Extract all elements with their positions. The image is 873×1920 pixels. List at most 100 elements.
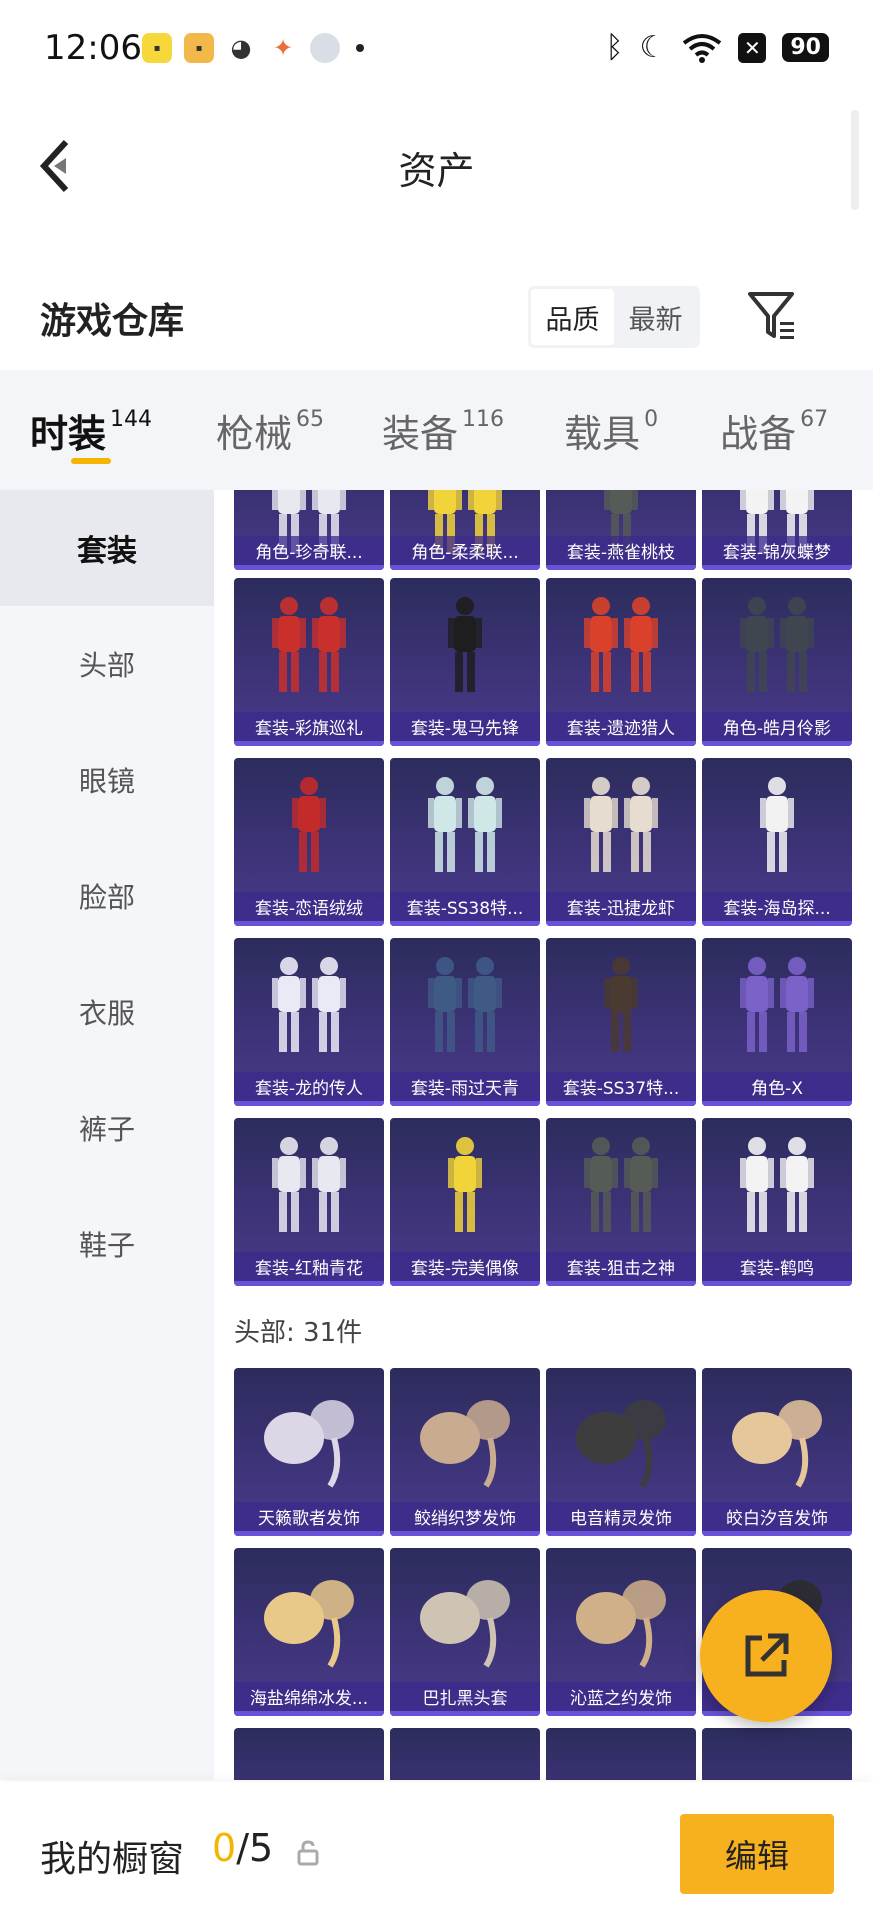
app-game-icon: ▪ <box>184 33 214 63</box>
item-grid: 角色-珍奇联... 角色-柔柔联... 套装-燕雀桃枝 套装-锦灰蝶梦 套装-彩旗巡礼套… <box>214 490 873 1780</box>
hair-piece-icon <box>264 1580 354 1668</box>
head-card[interactable]: 皎白汐音发饰 <box>702 1368 852 1536</box>
head-card[interactable]: 天籁歌者发饰 <box>234 1368 384 1536</box>
sidebar: 套装 头部 眼镜 脸部 衣服 裤子 鞋子 <box>0 490 214 1780</box>
suit-card[interactable]: 套装-雨过天青 <box>390 938 540 1106</box>
tab-label: 时装 <box>30 411 107 456</box>
item-figure-icon <box>272 597 346 692</box>
share-button[interactable] <box>700 1590 832 1722</box>
suit-card-label: 套装-遗迹猎人 <box>546 712 696 746</box>
tab-label: 装备 <box>382 411 459 456</box>
item-figure-icon <box>740 957 814 1052</box>
tab-vehicles[interactable]: 载具 0 <box>504 370 658 490</box>
suit-card[interactable]: 角色-珍奇联... <box>234 490 384 570</box>
suit-card-label: 角色-X <box>702 1072 852 1106</box>
head-card-label: 电音精灵发饰 <box>546 1502 696 1536</box>
tab-fashion[interactable]: 时装 144 <box>0 370 152 490</box>
page-title: 资产 <box>398 149 475 193</box>
scroll-indicator <box>851 110 859 210</box>
sort-toggle: 品质 最新 <box>528 286 700 348</box>
suit-card[interactable]: 套装-锦灰蝶梦 <box>702 490 852 570</box>
suit-card[interactable]: 角色-柔柔联... <box>390 490 540 570</box>
head-card-partial[interactable] <box>234 1728 384 1780</box>
head-card-label: 鲛绡织梦发饰 <box>390 1502 540 1536</box>
showcase-current: 0 <box>212 1826 237 1870</box>
sort-latest-button[interactable]: 最新 <box>614 289 697 345</box>
suit-card[interactable]: 套装-燕雀桃枝 <box>546 490 696 570</box>
warehouse-row: 游戏仓库 品质 最新 <box>0 270 873 360</box>
sidebar-item-pants[interactable]: 裤子 <box>0 1070 214 1186</box>
suit-card[interactable]: 套装-鬼马先锋 <box>390 578 540 746</box>
head-card-partial[interactable] <box>390 1728 540 1780</box>
suit-card-label: 套装-SS37特... <box>546 1072 696 1106</box>
head-card[interactable]: 沁蓝之约发饰 <box>546 1548 696 1716</box>
head-card-label: 巴扎黑头套 <box>390 1682 540 1716</box>
battery-icon: 90 <box>782 33 829 62</box>
tab-label: 载具 <box>564 411 641 456</box>
suit-card[interactable]: 套装-完美偶像 <box>390 1118 540 1286</box>
head-card[interactable]: 电音精灵发饰 <box>546 1368 696 1536</box>
suit-card-label: 套装-彩旗巡礼 <box>234 712 384 746</box>
suit-card[interactable]: 套装-彩旗巡礼 <box>234 578 384 746</box>
tab-combat-gear[interactable]: 战备 67 <box>658 370 828 490</box>
filter-icon[interactable] <box>746 288 798 344</box>
head-card-label: 天籁歌者发饰 <box>234 1502 384 1536</box>
hair-piece-icon <box>732 1400 822 1488</box>
suit-card[interactable]: 套装-迅捷龙虾 <box>546 758 696 926</box>
qq-icon: ◕ <box>226 33 256 63</box>
head-card[interactable]: 海盐绵绵冰发... <box>234 1548 384 1716</box>
sidebar-item-clothes[interactable]: 衣服 <box>0 954 214 1070</box>
head-card-partial[interactable] <box>702 1728 852 1780</box>
suit-card-label: 套装-SS38特... <box>390 892 540 926</box>
tab-count: 144 <box>110 406 153 432</box>
do-not-disturb-icon: ☾ <box>639 30 667 65</box>
sidebar-item-glasses[interactable]: 眼镜 <box>0 722 214 838</box>
head-card-label: 皎白汐音发饰 <box>702 1502 852 1536</box>
item-figure-icon <box>272 1137 346 1232</box>
head-card[interactable]: 鲛绡织梦发饰 <box>390 1368 540 1536</box>
item-figure-icon <box>760 777 794 872</box>
item-figure-icon <box>292 777 326 872</box>
suit-card-label: 套装-狙击之神 <box>546 1252 696 1286</box>
sidebar-item-face[interactable]: 脸部 <box>0 838 214 954</box>
sidebar-item-shoes[interactable]: 鞋子 <box>0 1186 214 1302</box>
edit-button[interactable]: 编辑 <box>680 1814 834 1894</box>
status-app-icons: ▪ ▪ ◕ ✦ <box>142 33 364 63</box>
status-right: ᛒ ☾ ✕ 90 <box>605 30 829 65</box>
suit-card[interactable]: 套装-红釉青花 <box>234 1118 384 1286</box>
suit-card[interactable]: 角色-皓月伶影 <box>702 578 852 746</box>
sidebar-item-suits[interactable]: 套装 <box>0 490 214 606</box>
item-figure-icon <box>604 957 638 1052</box>
tab-count: 116 <box>462 406 505 432</box>
suit-card[interactable]: 套装-SS38特... <box>390 758 540 926</box>
head-card[interactable]: 巴扎黑头套 <box>390 1548 540 1716</box>
suit-card[interactable]: 套装-龙的传人 <box>234 938 384 1106</box>
suit-card[interactable]: 套装-遗迹猎人 <box>546 578 696 746</box>
tab-count: 65 <box>296 406 325 432</box>
tab-equipment[interactable]: 装备 116 <box>324 370 504 490</box>
head-card-partial[interactable] <box>546 1728 696 1780</box>
warehouse-title: 游戏仓库 <box>40 301 185 342</box>
notification-dot-icon <box>356 44 364 52</box>
hair-piece-icon <box>264 1400 354 1488</box>
suit-card[interactable]: 套装-SS37特... <box>546 938 696 1106</box>
suit-card[interactable]: 角色-X <box>702 938 852 1106</box>
suit-card-label: 套装-锦灰蝶梦 <box>702 536 852 570</box>
suit-card[interactable]: 套装-鹤鸣 <box>702 1118 852 1286</box>
suit-card-label: 角色-皓月伶影 <box>702 712 852 746</box>
sim-off-icon: ✕ <box>738 32 767 63</box>
suit-card-label: 套装-红釉青花 <box>234 1252 384 1286</box>
sort-quality-button[interactable]: 品质 <box>531 289 614 345</box>
item-figure-icon <box>448 597 482 692</box>
item-figure-icon <box>428 957 502 1052</box>
sidebar-item-head[interactable]: 头部 <box>0 606 214 722</box>
category-tabs: 时装 144 枪械 65 装备 116 载具 0 战备 67 <box>0 370 873 490</box>
showcase-count: 0/5 <box>212 1826 273 1870</box>
suit-card[interactable]: 套装-狙击之神 <box>546 1118 696 1286</box>
head-section-label: 头部: 31件 <box>234 1318 363 1348</box>
suit-card[interactable]: 套装-海岛探... <box>702 758 852 926</box>
tab-guns[interactable]: 枪械 65 <box>152 370 324 490</box>
bluetooth-icon: ᛒ <box>605 30 624 65</box>
active-tab-indicator <box>71 458 111 464</box>
suit-card[interactable]: 套装-恋语绒绒 <box>234 758 384 926</box>
